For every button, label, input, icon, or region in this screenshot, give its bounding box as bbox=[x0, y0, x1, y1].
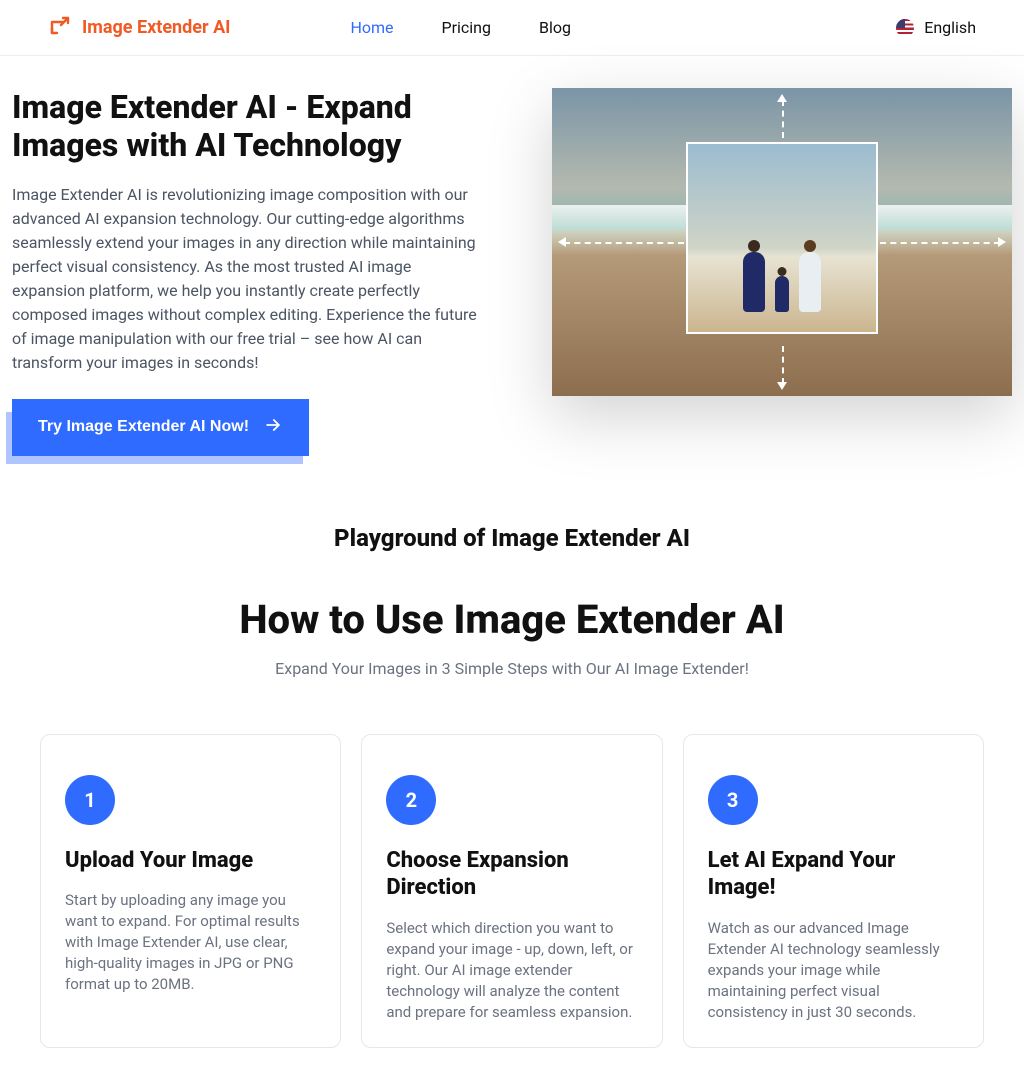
nav-home[interactable]: Home bbox=[350, 18, 393, 37]
step-title: Upload Your Image bbox=[65, 847, 316, 875]
step-number: 3 bbox=[708, 775, 758, 825]
howto-title: How to Use Image Extender AI bbox=[0, 596, 1024, 643]
step-body: Watch as our advanced Image Extender AI … bbox=[708, 918, 959, 1023]
figure-woman bbox=[743, 252, 765, 312]
expand-down-icon bbox=[777, 382, 787, 390]
language-switcher[interactable]: English bbox=[896, 18, 976, 37]
brand[interactable]: Image Extender AI bbox=[48, 14, 230, 42]
step-body: Select which direction you want to expan… bbox=[386, 918, 637, 1023]
step-number: 1 bbox=[65, 775, 115, 825]
step-body: Start by uploading any image you want to… bbox=[65, 890, 316, 995]
primary-nav: Home Pricing Blog bbox=[350, 18, 571, 37]
hero-image-wrap bbox=[522, 88, 1012, 396]
step-title: Choose Expansion Direction bbox=[386, 847, 637, 902]
howto-section: How to Use Image Extender AI Expand Your… bbox=[0, 596, 1024, 714]
howto-steps: 1 Upload Your Image Start by uploading a… bbox=[0, 714, 1024, 1068]
try-now-button[interactable]: Try Image Extender AI Now! bbox=[12, 399, 309, 456]
hero-body: Image Extender AI is revolutionizing ima… bbox=[12, 183, 482, 375]
hero-image bbox=[552, 88, 1012, 396]
nav-pricing[interactable]: Pricing bbox=[442, 18, 492, 37]
playground-heading: Playground of Image Extender AI bbox=[0, 512, 1024, 596]
figure-child bbox=[775, 276, 789, 312]
hero-copy: Image Extender AI - Expand Images with A… bbox=[12, 88, 482, 456]
language-label: English bbox=[924, 18, 976, 37]
step-card-2: 2 Choose Expansion Direction Select whic… bbox=[361, 734, 662, 1048]
step-number: 2 bbox=[386, 775, 436, 825]
original-image-frame bbox=[686, 142, 878, 334]
site-header: Image Extender AI Home Pricing Blog Engl… bbox=[0, 0, 1024, 56]
extend-arrow-icon bbox=[48, 14, 72, 42]
expand-right-icon bbox=[998, 237, 1006, 247]
nav-blog[interactable]: Blog bbox=[539, 18, 571, 37]
expand-left-icon bbox=[558, 237, 566, 247]
hero-section: Image Extender AI - Expand Images with A… bbox=[0, 56, 1024, 512]
hero-title: Image Extender AI - Expand Images with A… bbox=[12, 88, 482, 165]
step-card-3: 3 Let AI Expand Your Image! Watch as our… bbox=[683, 734, 984, 1048]
us-flag-icon bbox=[896, 19, 914, 37]
arrow-right-icon bbox=[263, 415, 283, 440]
expand-up-icon bbox=[777, 94, 787, 102]
brand-name: Image Extender AI bbox=[82, 17, 230, 38]
cta-label: Try Image Extender AI Now! bbox=[38, 418, 249, 436]
figure-man bbox=[799, 252, 821, 312]
step-title: Let AI Expand Your Image! bbox=[708, 847, 959, 902]
step-card-1: 1 Upload Your Image Start by uploading a… bbox=[40, 734, 341, 1048]
howto-subtitle: Expand Your Images in 3 Simple Steps wit… bbox=[0, 659, 1024, 678]
cta-wrap: Try Image Extender AI Now! bbox=[12, 399, 309, 456]
